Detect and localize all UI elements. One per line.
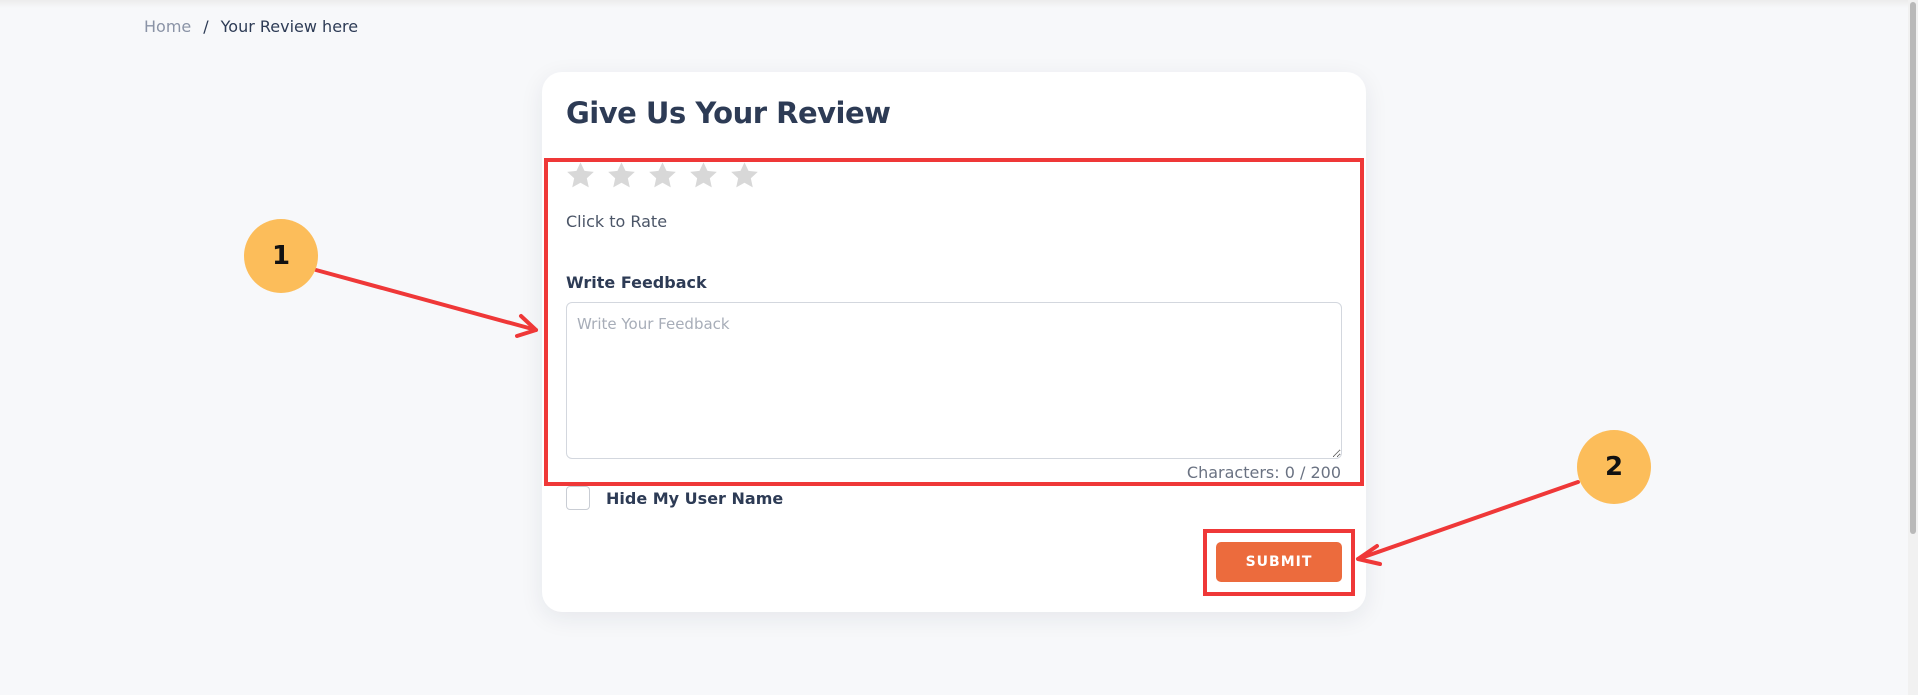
top-shadow-bar — [0, 0, 1918, 8]
hide-username-label[interactable]: Hide My User Name — [606, 489, 783, 508]
annotation-arrow-1 — [314, 268, 538, 332]
hide-username-option[interactable]: Hide My User Name — [566, 486, 783, 510]
scrollbar-thumb[interactable] — [1910, 2, 1916, 534]
breadcrumb: Home / Your Review here — [144, 17, 358, 36]
annotation-marker-2: 2 — [1577, 430, 1651, 504]
annotation-arrow-1-head — [515, 314, 538, 338]
page-title: Give Us Your Review — [566, 96, 891, 130]
hide-username-checkbox[interactable] — [566, 486, 590, 510]
breadcrumb-separator: / — [203, 17, 209, 36]
annotation-arrow-2 — [1356, 480, 1580, 561]
breadcrumb-current: Your Review here — [220, 17, 359, 36]
annotation-marker-1: 1 — [244, 219, 318, 293]
breadcrumb-home-link[interactable]: Home — [144, 17, 191, 36]
annotation-highlight-box-2 — [1203, 529, 1355, 596]
annotation-highlight-box-1 — [544, 158, 1364, 486]
page-scrollbar[interactable] — [1908, 0, 1918, 695]
